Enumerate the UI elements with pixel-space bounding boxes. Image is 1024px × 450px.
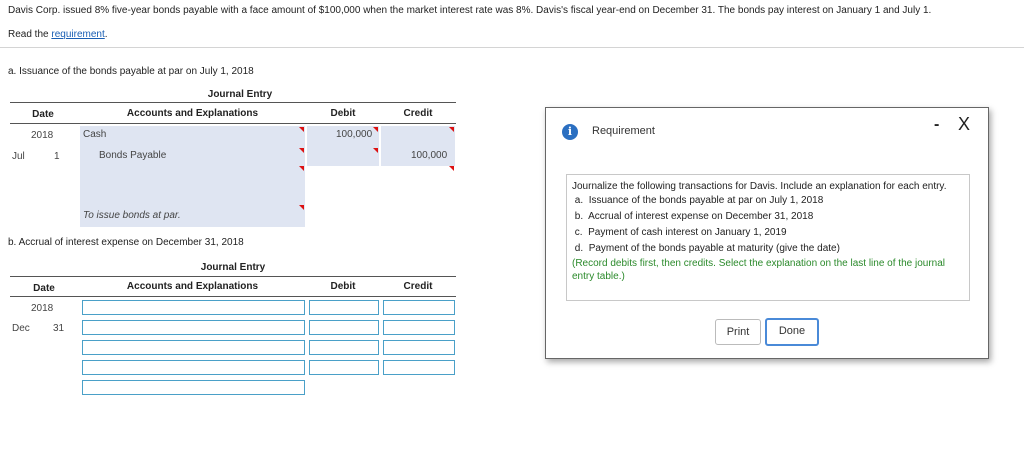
done-button[interactable]: Done [765,318,819,346]
part-a-journal-title: Journal Entry [207,89,273,100]
part-a-header-debit: Debit [330,108,356,119]
part-a-explanation[interactable]: To issue bonds at par. [83,210,181,221]
part-a-header-date: Date [32,109,54,120]
dropdown-marker-icon [299,148,304,153]
dropdown-marker-icon [299,166,304,171]
minimize-icon[interactable]: - [934,116,939,134]
item-letter: b. [574,211,584,222]
part-b-year: 2018 [31,303,54,314]
dropdown-marker-icon [299,205,304,210]
read-prefix: Read the [8,29,52,40]
part-b-header-debit: Debit [330,281,356,292]
credit-input[interactable] [383,300,455,315]
close-icon[interactable]: X [958,114,970,135]
requirement-item: d. Payment of the bonds payable at matur… [572,241,964,257]
read-requirement-line: Read the requirement. [8,29,108,40]
item-text: Payment of cash interest on January 1, 2… [588,227,787,238]
part-b-header-top-rule [10,276,456,277]
part-b-label: b. Accrual of interest expense on Decemb… [8,237,244,248]
part-b-header-accounts: Accounts and Explanations [126,281,259,292]
part-a-day: 1 [54,151,60,162]
item-letter: d. [574,243,584,254]
item-letter: c. [574,227,583,238]
part-a-row2-credit[interactable]: 100,000 [411,150,447,161]
requirement-dialog: i Requirement - X Journalize the followi… [545,107,989,359]
requirement-item: c. Payment of cash interest on January 1… [572,225,964,241]
requirement-intro: Journalize the following transactions fo… [572,181,947,192]
requirement-note: (Record debits first, then credits. Sele… [572,258,945,282]
part-b-journal-title: Journal Entry [200,262,266,273]
requirement-item: a. Issuance of the bonds payable at par … [572,193,964,209]
item-text: Issuance of the bonds payable at par on … [588,195,824,206]
item-letter: a. [574,195,584,206]
part-b-month: Dec [12,323,30,334]
dropdown-marker-icon [449,166,454,171]
part-a-header-bottom-rule [10,123,456,124]
dialog-title: Requirement [592,125,655,137]
part-a-row2-account[interactable]: Bonds Payable [99,150,166,161]
part-a-label: a. Issuance of the bonds payable at par … [8,66,254,77]
part-b-header-date: Date [33,283,55,294]
credit-input[interactable] [383,320,455,335]
account-input[interactable] [82,340,305,355]
part-b-header-credit: Credit [403,281,433,292]
part-a-header-credit: Credit [403,108,433,119]
explanation-input[interactable] [82,380,305,395]
problem-statement: Davis Corp. issued 8% five-year bonds pa… [8,5,932,16]
info-icon: i [562,124,578,140]
account-input[interactable] [82,320,305,335]
dropdown-marker-icon [449,127,454,132]
part-a-header-accounts: Accounts and Explanations [126,108,259,119]
dropdown-marker-icon [373,148,378,153]
divider [0,47,1024,48]
dropdown-marker-icon [299,127,304,132]
dropdown-marker-icon [373,127,378,132]
part-a-row1-account[interactable]: Cash [83,129,106,140]
debit-input[interactable] [309,340,379,355]
requirement-link[interactable]: requirement [51,29,104,40]
part-a-row1-debit[interactable]: 100,000 [336,129,372,140]
read-suffix: . [104,29,108,40]
requirement-item: b. Accrual of interest expense on Decemb… [572,209,964,225]
print-button[interactable]: Print [715,319,761,345]
part-b-header-bottom-rule [10,296,456,297]
part-a-year: 2018 [31,130,54,141]
part-a-month: Jul [12,151,25,162]
part-a-header-top-rule [10,102,456,103]
account-input[interactable] [82,300,305,315]
credit-input[interactable] [383,360,455,375]
debit-input[interactable] [309,360,379,375]
debit-input[interactable] [309,320,379,335]
requirement-content: Journalize the following transactions fo… [566,174,970,301]
part-b-day: 31 [53,323,65,334]
credit-input[interactable] [383,340,455,355]
account-input[interactable] [82,360,305,375]
debit-input[interactable] [309,300,379,315]
item-text: Payment of the bonds payable at maturity… [588,243,840,254]
item-text: Accrual of interest expense on December … [588,211,814,222]
